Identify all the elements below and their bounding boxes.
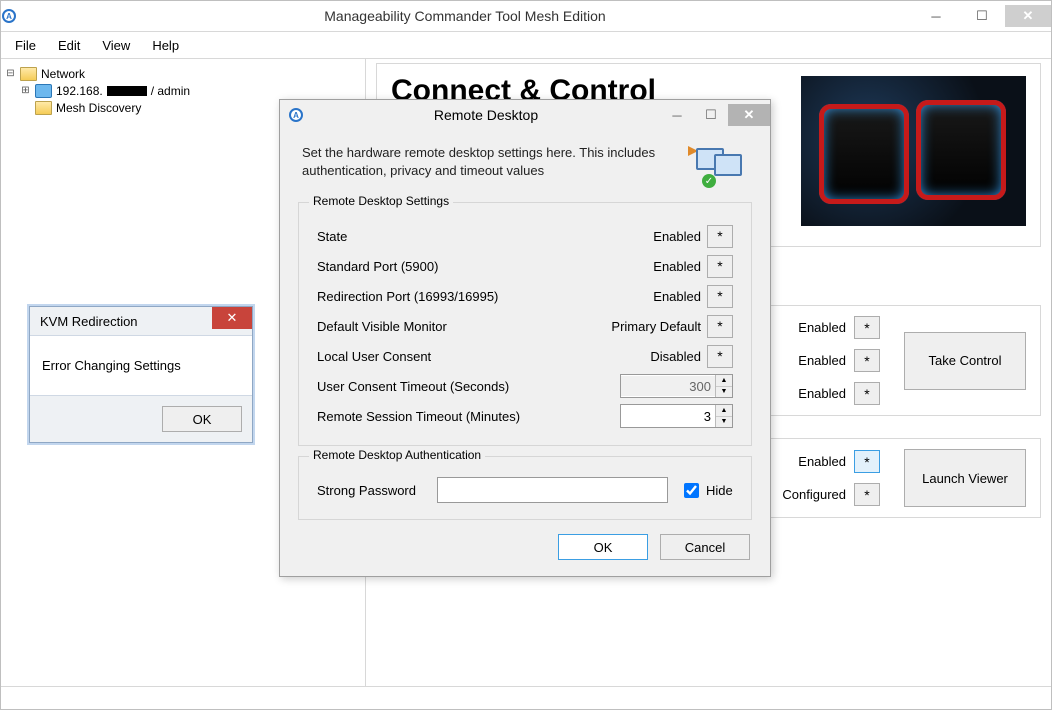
dialog-title: Remote Desktop [312, 107, 660, 123]
close-button[interactable]: ✕ [728, 104, 770, 126]
options-button[interactable]: * [854, 316, 880, 339]
monitor-options-button[interactable]: * [707, 315, 733, 338]
redirection-port-value: Enabled [601, 289, 701, 304]
take-control-button[interactable]: Take Control [904, 332, 1026, 390]
ok-button[interactable]: OK [162, 406, 242, 432]
launch-viewer-button[interactable]: Launch Viewer [904, 449, 1026, 507]
window-title: Manageability Commander Tool Mesh Editio… [17, 8, 913, 24]
status-value: Configured [776, 487, 846, 502]
status-value: Enabled [776, 386, 846, 401]
hide-checkbox-input[interactable] [684, 483, 699, 498]
tree-label: Network [41, 67, 85, 81]
standard-port-label: Standard Port (5900) [317, 259, 601, 274]
state-options-button[interactable]: * [707, 225, 733, 248]
spinner-down-icon[interactable]: ▼ [716, 387, 732, 398]
kvm-error-dialog: KVM Redirection ✕ Error Changing Setting… [29, 306, 253, 443]
menubar: File Edit View Help [1, 32, 1051, 59]
main-titlebar: A Manageability Commander Tool Mesh Edit… [1, 1, 1051, 32]
remote-desktop-icon: ✓ [692, 144, 748, 190]
svg-text:A: A [6, 12, 12, 21]
standard-port-value: Enabled [601, 259, 701, 274]
tree-label: Mesh Discovery [56, 101, 141, 115]
menu-view[interactable]: View [102, 38, 130, 53]
consent-label: Local User Consent [317, 349, 601, 364]
status-value: Enabled [776, 454, 846, 469]
consent-timeout-spinner[interactable]: ▲▼ [620, 374, 733, 398]
tree-label: 192.168. [56, 84, 103, 98]
hide-label: Hide [706, 483, 733, 498]
status-value: Enabled [776, 320, 846, 335]
spinner-up-icon[interactable]: ▲ [716, 405, 732, 417]
session-timeout-input[interactable] [621, 406, 715, 426]
app-icon: A [1, 8, 17, 24]
tree-label: / admin [151, 84, 190, 98]
expand-icon[interactable]: ⊞ [20, 85, 31, 96]
maximize-button[interactable]: ☐ [959, 5, 1005, 27]
session-timeout-label: Remote Session Timeout (Minutes) [317, 409, 620, 424]
options-button[interactable]: * [854, 382, 880, 405]
settings-group: Remote Desktop Settings StateEnabled* St… [298, 202, 752, 446]
password-label: Strong Password [317, 483, 437, 498]
collapse-icon[interactable]: ⊟ [5, 68, 16, 79]
hero-image [801, 76, 1026, 226]
remote-desktop-dialog: A Remote Desktop ─ ☐ ✕ Set the hardware … [279, 99, 771, 577]
consent-timeout-input [621, 376, 715, 396]
tree-node-host[interactable]: ⊞ 192.168. / admin [5, 82, 361, 99]
consent-options-button[interactable]: * [707, 345, 733, 368]
consent-timeout-label: User Consent Timeout (Seconds) [317, 379, 620, 394]
dialog-description: Set the hardware remote desktop settings… [302, 144, 676, 190]
password-input[interactable] [437, 477, 668, 503]
status-value: Enabled [776, 353, 846, 368]
tree-node-network[interactable]: ⊟ Network [5, 65, 361, 82]
menu-file[interactable]: File [15, 38, 36, 53]
session-timeout-spinner[interactable]: ▲▼ [620, 404, 733, 428]
folder-icon [35, 101, 52, 115]
state-value: Enabled [601, 229, 701, 244]
redirection-port-label: Redirection Port (16993/16995) [317, 289, 601, 304]
menu-edit[interactable]: Edit [58, 38, 80, 53]
options-button[interactable]: * [854, 483, 880, 506]
computer-icon [35, 84, 52, 98]
ok-button[interactable]: OK [558, 534, 648, 560]
minimize-button[interactable]: ─ [660, 104, 694, 126]
close-button[interactable]: ✕ [212, 307, 252, 329]
consent-value: Disabled [601, 349, 701, 364]
cancel-button[interactable]: Cancel [660, 534, 750, 560]
dialog-message: Error Changing Settings [30, 335, 252, 396]
state-label: State [317, 229, 601, 244]
app-icon: A [288, 107, 304, 123]
menu-help[interactable]: Help [152, 38, 179, 53]
monitor-value: Primary Default [601, 319, 701, 334]
folder-icon [20, 67, 37, 81]
redirection-port-options-button[interactable]: * [707, 285, 733, 308]
standard-port-options-button[interactable]: * [707, 255, 733, 278]
monitor-label: Default Visible Monitor [317, 319, 601, 334]
hide-password-checkbox[interactable]: Hide [680, 480, 733, 501]
status-bar [1, 686, 1051, 709]
options-button[interactable]: * [854, 450, 880, 473]
group-title: Remote Desktop Authentication [309, 448, 485, 462]
spinner-up-icon[interactable]: ▲ [716, 375, 732, 387]
maximize-button[interactable]: ☐ [694, 104, 728, 126]
options-button[interactable]: * [854, 349, 880, 372]
minimize-button[interactable]: ─ [913, 5, 959, 27]
svg-text:A: A [293, 111, 299, 120]
dialog-title: KVM Redirection [40, 314, 138, 329]
spinner-down-icon[interactable]: ▼ [716, 417, 732, 428]
redacted-text [107, 86, 147, 96]
authentication-group: Remote Desktop Authentication Strong Pas… [298, 456, 752, 520]
close-button[interactable]: ✕ [1005, 5, 1051, 27]
group-title: Remote Desktop Settings [309, 194, 453, 208]
